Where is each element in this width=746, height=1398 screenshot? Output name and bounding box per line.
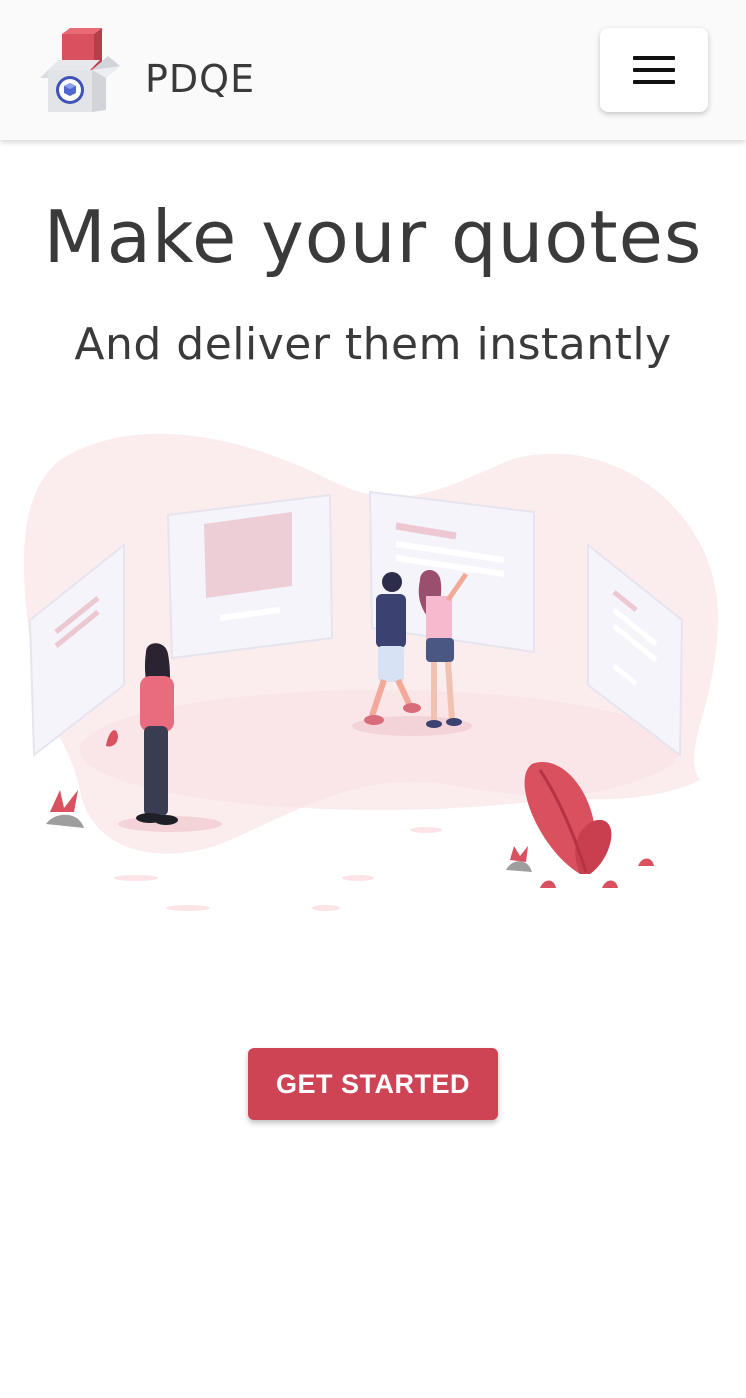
- hamburger-menu-icon: [633, 56, 675, 60]
- hero-subtitle: And deliver them instantly: [74, 319, 672, 370]
- hamburger-menu-button[interactable]: [600, 28, 708, 112]
- box-logo-icon[interactable]: [36, 26, 128, 118]
- hero-title: Make your quotes: [43, 195, 703, 279]
- brand-name[interactable]: PDQE: [145, 55, 255, 103]
- gallery-people-illustration: [23, 433, 719, 911]
- get-started-button[interactable]: GET STARTED: [248, 1048, 498, 1120]
- top-app-bar: PDQE: [0, 0, 746, 140]
